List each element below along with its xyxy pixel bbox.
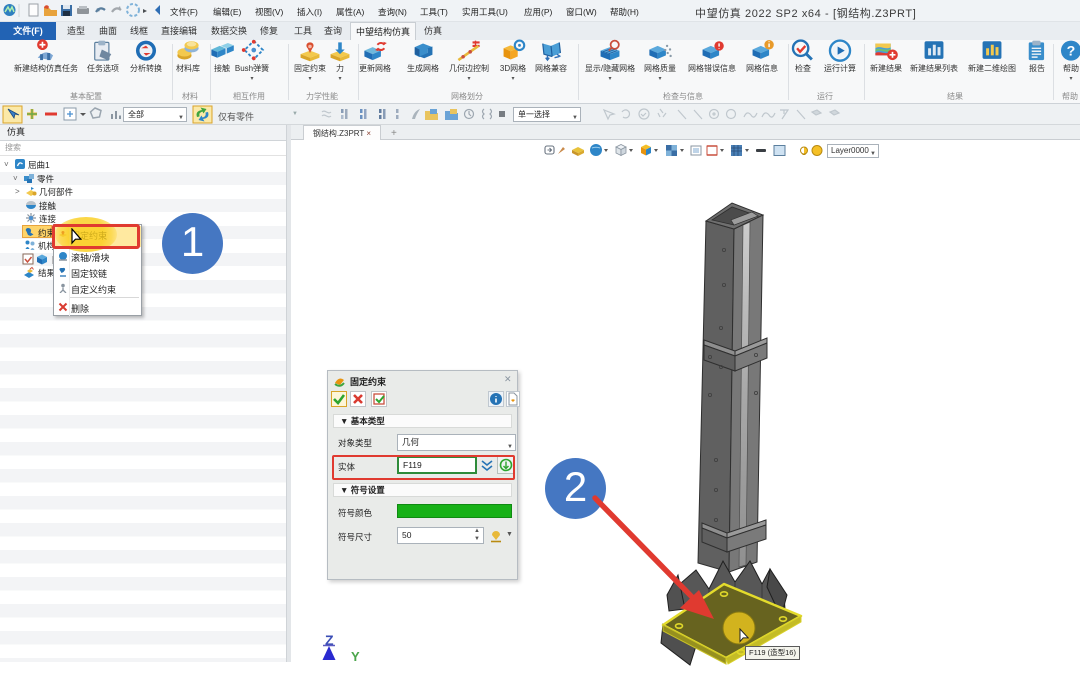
svg-text:?: ? [1067, 43, 1076, 59]
svg-text:Y: Y [351, 649, 360, 662]
